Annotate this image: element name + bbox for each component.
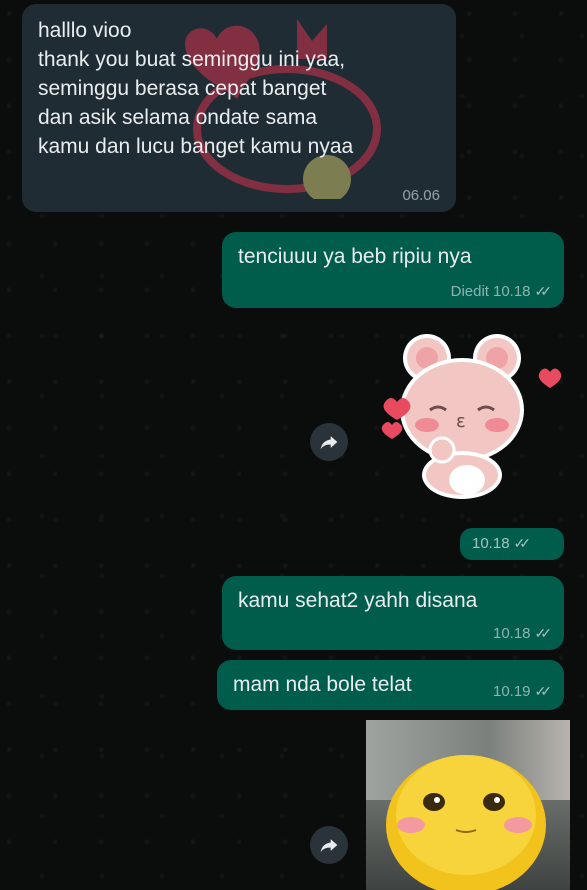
message-text: halllo vioo thank you buat seminggu ini … — [38, 19, 354, 158]
message-meta: 10.18 ✓✓ — [492, 625, 553, 642]
message-time: 10.18 — [492, 283, 531, 300]
message-time: 06.06 — [402, 187, 440, 204]
double-check-icon: ✓✓ — [534, 625, 553, 641]
double-check-icon: ✓✓ — [534, 683, 553, 699]
photo-message[interactable] — [366, 720, 570, 890]
incoming-message[interactable]: halllo vioo thank you buat seminggu ini … — [22, 4, 456, 212]
svg-text:ɛ: ɛ — [456, 411, 466, 432]
edited-label: Diedit — [450, 283, 489, 300]
message-meta: 10.19 ✓✓ — [492, 683, 553, 700]
forward-button[interactable] — [310, 826, 348, 864]
forward-arrow-icon — [320, 436, 338, 450]
message-text: tenciuuu ya beb ripiu nya — [238, 245, 472, 268]
yellow-blob-character — [386, 755, 546, 890]
message-time: 10.19 — [492, 683, 531, 700]
forward-arrow-icon — [320, 839, 338, 853]
forward-button[interactable] — [310, 423, 348, 461]
outgoing-message[interactable]: mam nda bole telat 10.19 ✓✓ — [217, 660, 564, 710]
double-check-icon: ✓✓ — [513, 535, 532, 551]
sticker-time-chip: 10.18 ✓✓ — [460, 528, 564, 560]
message-time: 10.18 — [472, 535, 510, 552]
outgoing-message[interactable]: tenciuuu ya beb ripiu nya Diedit 10.18 ✓… — [222, 232, 564, 308]
double-check-icon: ✓✓ — [534, 283, 553, 299]
message-time: 10.18 — [492, 625, 531, 642]
message-meta: 10.18 ✓✓ — [472, 535, 532, 552]
message-meta: 06.06 — [402, 187, 440, 204]
bear-kiss-sticker[interactable]: ɛ — [372, 330, 572, 500]
message-text: kamu sehat2 yahh disana — [238, 589, 478, 612]
message-meta: Diedit 10.18 ✓✓ — [450, 283, 553, 300]
outgoing-message[interactable]: kamu sehat2 yahh disana 10.18 ✓✓ — [222, 576, 564, 650]
